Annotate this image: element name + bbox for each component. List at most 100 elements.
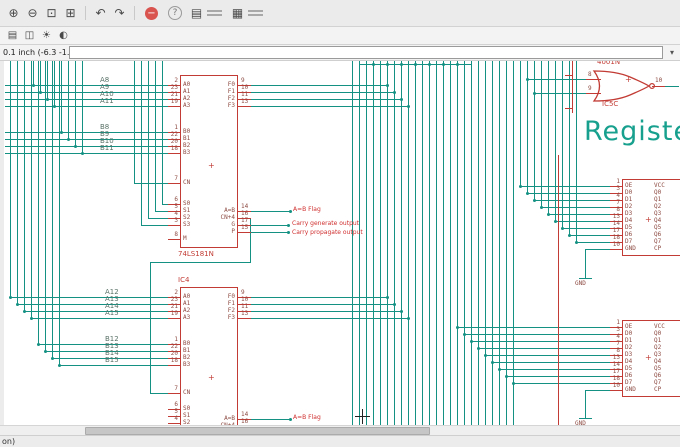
junction-dot — [526, 78, 529, 81]
pin-number: 1 — [616, 319, 620, 326]
layers-icon[interactable]: ◫ — [22, 28, 37, 43]
pin-name: A0 — [183, 293, 191, 300]
wire — [492, 362, 611, 363]
wire — [162, 61, 163, 205]
pin-name: A1 — [183, 300, 191, 307]
junction-dot — [51, 357, 54, 360]
gnd-label: GND — [575, 280, 586, 287]
junction-dot — [30, 317, 33, 320]
toolbar-button-caption — [207, 9, 222, 17]
wire — [5, 92, 169, 93]
pin-name: B0 — [183, 340, 191, 347]
pin-name: CN+4 — [220, 214, 235, 221]
junction-dot — [407, 105, 410, 108]
pin-number: 10 — [241, 296, 249, 303]
contrast-icon[interactable]: ◐ — [56, 28, 71, 43]
pin-number: 6 — [174, 196, 178, 203]
pin-name: VCC — [654, 323, 665, 330]
wire — [248, 311, 402, 312]
pin-number: 9 — [588, 85, 592, 92]
pin-name: G — [231, 221, 235, 228]
pin-number: 22 — [170, 343, 178, 350]
junction-dot — [16, 303, 19, 306]
wire — [150, 393, 169, 394]
pin-number: 18 — [170, 145, 178, 152]
scrollbar-thumb[interactable] — [85, 427, 430, 435]
wire — [664, 86, 679, 87]
gate-designator-label: IC5C — [602, 100, 619, 108]
wire — [562, 61, 563, 229]
pin-number: 16 — [241, 210, 249, 217]
pin-name: D2 — [625, 344, 633, 351]
net-label[interactable]: B15 — [105, 356, 119, 364]
pin-name: D4 — [625, 358, 633, 365]
wire — [75, 61, 76, 147]
pin-number: 10 — [612, 241, 620, 248]
horizontal-scrollbar[interactable] — [0, 425, 680, 435]
design-manager-icon[interactable]: ▤ — [188, 5, 205, 22]
annotation-text: Carry generate output — [292, 220, 360, 227]
pin-stub — [168, 183, 181, 184]
pin-name: GND — [625, 386, 636, 393]
sheet-icon[interactable]: ▤ — [5, 28, 20, 43]
wire — [380, 61, 381, 425]
wire — [248, 232, 289, 233]
pin-name: Q0 — [654, 189, 662, 196]
pin-name: S1 — [183, 412, 191, 419]
pin-number: 3 — [616, 185, 620, 192]
pin-name: A0 — [183, 81, 191, 88]
toolbar-separator — [85, 6, 86, 20]
junction-dot — [463, 333, 466, 336]
bom-icon[interactable]: ▦ — [229, 5, 246, 22]
wire — [5, 99, 169, 100]
wire — [541, 207, 611, 208]
zoom-fit-icon[interactable]: ⊡ — [43, 5, 60, 22]
net-label[interactable]: A11 — [100, 97, 114, 105]
pin-stub — [168, 393, 181, 394]
net-label[interactable]: B11 — [100, 144, 114, 152]
coordinate-display: 0.1 inch (-6.3 -1.5) — [3, 48, 78, 57]
command-input[interactable] — [69, 46, 663, 59]
pin-stub — [238, 318, 251, 319]
zoom-out-icon[interactable]: ⊖ — [24, 5, 41, 22]
pin-name: Q5 — [654, 365, 662, 372]
pin-name: Q7 — [654, 238, 662, 245]
wire — [471, 61, 472, 425]
pin-stub — [168, 106, 181, 107]
pin-number: 18 — [170, 357, 178, 364]
brightness-icon[interactable]: ☀ — [39, 28, 54, 43]
pin-number: 5 — [174, 408, 178, 415]
net-label[interactable]: A15 — [105, 309, 119, 317]
zoom-in-icon[interactable]: ⊕ — [5, 5, 22, 22]
junction-dot — [477, 347, 480, 350]
pin-name: GND — [625, 245, 636, 252]
junction-dot — [512, 382, 515, 385]
junction-dot — [554, 220, 557, 223]
help-icon[interactable]: ? — [168, 6, 182, 20]
wire — [520, 186, 611, 187]
junction-dot — [393, 303, 396, 306]
pin-name: Q5 — [654, 224, 662, 231]
command-history-dropdown-icon[interactable]: ▾ — [667, 48, 677, 57]
wire — [443, 61, 444, 425]
wire — [478, 61, 479, 425]
junction-dot — [39, 91, 42, 94]
pin-name: F3 — [227, 102, 235, 109]
wire — [534, 200, 611, 201]
wire — [68, 61, 69, 140]
undo-icon[interactable]: ↶ — [92, 5, 109, 22]
redo-icon[interactable]: ↷ — [111, 5, 128, 22]
wire — [576, 242, 611, 243]
wire — [569, 61, 570, 236]
pin-name: A=B — [224, 207, 235, 214]
pin-name: D3 — [625, 351, 633, 358]
zoom-select-icon[interactable]: ⊞ — [62, 5, 79, 22]
wire — [579, 418, 592, 419]
pin-name: B2 — [183, 142, 191, 149]
wire — [155, 61, 156, 212]
schematic-canvas[interactable]: A8 A9 A10 A11 B8 B9 B10 B11 A12 A13 A14 A15 B12 B13 B1… — [0, 61, 680, 425]
junction-dot — [32, 84, 35, 87]
pin-name: Q4 — [654, 217, 662, 224]
junction-dot — [44, 350, 47, 353]
stop-icon[interactable]: − — [145, 6, 158, 20]
